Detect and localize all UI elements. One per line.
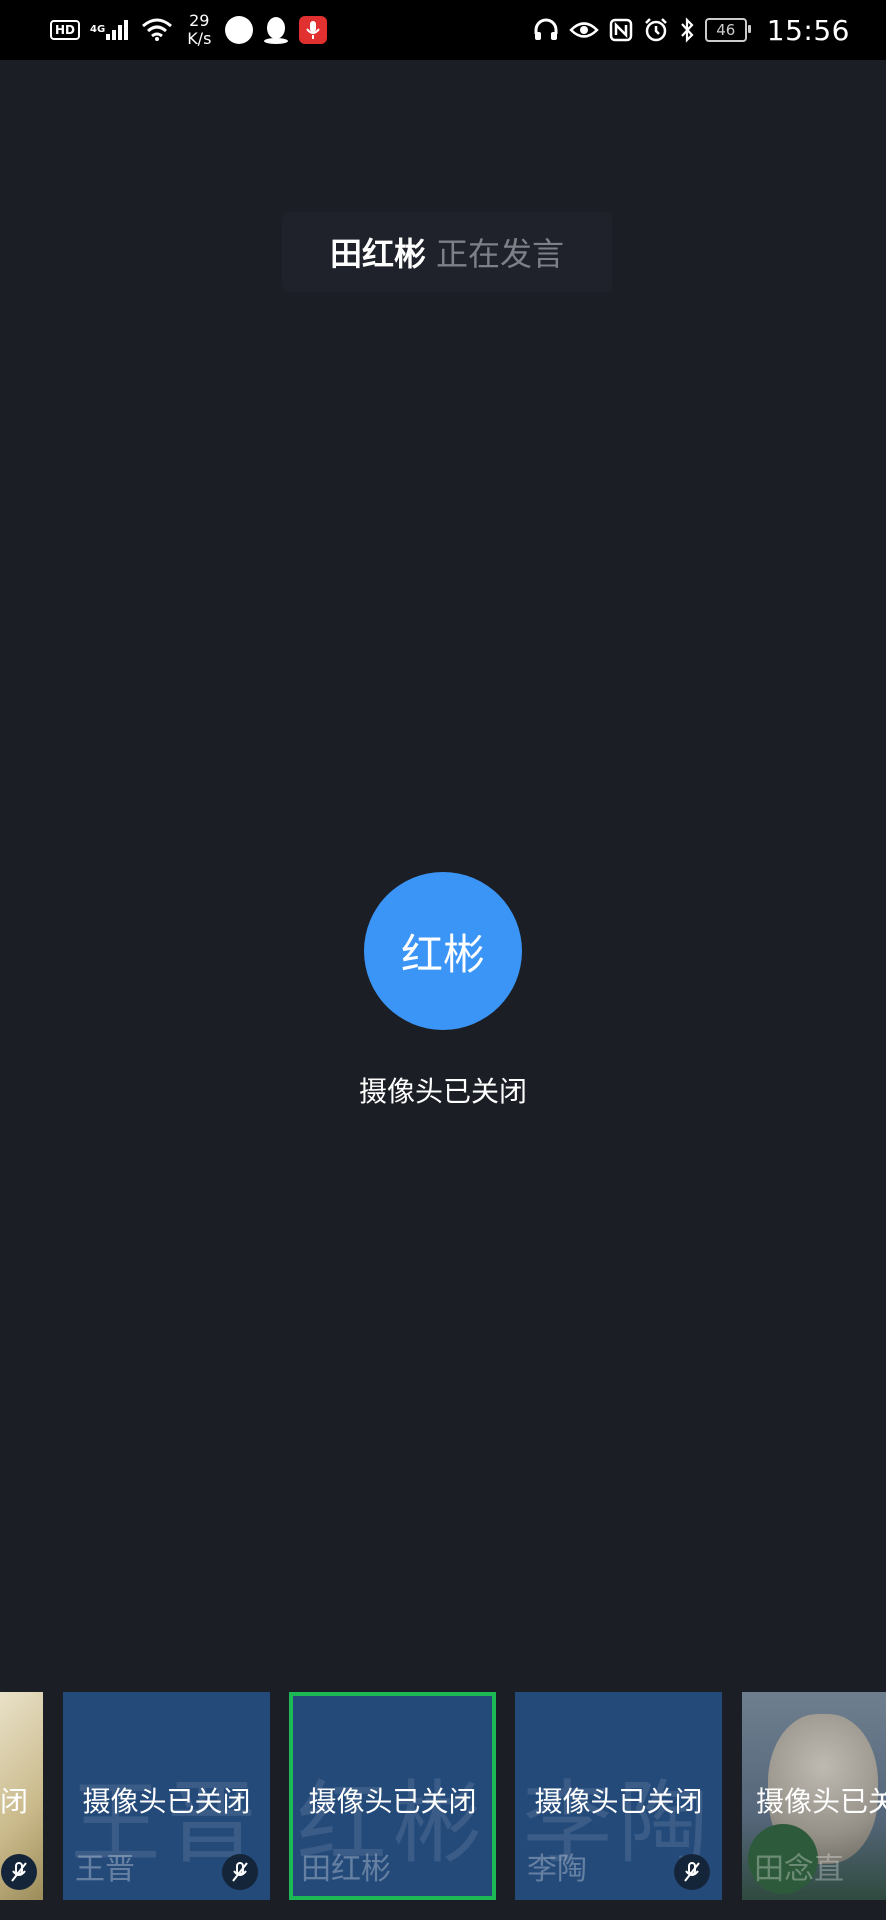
app-notification-icon (225, 16, 254, 44)
network-speed-value: 29 (189, 11, 210, 30)
mic-muted-icon (222, 1854, 258, 1890)
hd-icon: HD (50, 20, 81, 40)
nfc-icon (609, 18, 633, 42)
microphone-recording-icon (299, 16, 328, 44)
main-avatar-text: 红彬 (400, 929, 485, 979)
active-speaker-status: 正在发言 (436, 235, 565, 273)
status-bar-right: 46 15:56 (533, 14, 850, 47)
status-bar: HD 4G 29 K/s 46 15:56 (0, 0, 886, 60)
main-participant-avatar: 红彬 (364, 872, 522, 1030)
wifi-icon (141, 18, 173, 42)
network-speed-unit: K/s (187, 29, 212, 48)
bluetooth-icon (679, 17, 695, 43)
participant-thumbnail-strip[interactable]: 闭 王晋 摄像头已关闭 王晋 红彬 摄像头已关闭 田红彬 李陶 摄像头已关闭 李… (0, 1692, 886, 1900)
status-clock: 15:56 (766, 13, 850, 47)
participant-tile-selected[interactable]: 红彬 摄像头已关闭 田红彬 (289, 1692, 496, 1900)
tile-camera-off-label: 摄像头已关闭 (756, 1785, 886, 1818)
active-speaker-name: 田红彬 (329, 235, 426, 273)
network-type-label: 4G (90, 24, 106, 35)
tile-participant-name: 田红彬 (301, 1852, 391, 1887)
cellular-signal-icon: 4G (90, 19, 131, 41)
battery-icon: 46 (704, 18, 751, 42)
status-bar-left: HD 4G 29 K/s (50, 12, 328, 48)
headphones-icon (533, 18, 559, 42)
participant-tile[interactable]: 闭 (0, 1692, 43, 1900)
participant-tile[interactable]: 李陶 摄像头已关闭 李陶 (515, 1692, 722, 1900)
tile-camera-off-label: 摄像头已关闭 (534, 1785, 703, 1818)
tile-participant-name: 李陶 (527, 1852, 587, 1887)
tile-camera-off-label: 闭 (0, 1785, 29, 1818)
participant-tile[interactable]: 摄像头已关闭 田念直 (742, 1692, 886, 1900)
main-camera-off-label: 摄像头已关闭 (358, 1075, 527, 1108)
qq-penguin-icon (263, 16, 289, 44)
tile-participant-name: 王晋 (75, 1852, 135, 1887)
active-speaker-banner: 田红彬 正在发言 (282, 212, 612, 292)
mic-muted-icon (1, 1854, 37, 1890)
mic-muted-icon (674, 1854, 710, 1890)
eye-comfort-icon (569, 19, 599, 41)
participant-tile[interactable]: 王晋 摄像头已关闭 王晋 (63, 1692, 270, 1900)
tile-camera-off-label: 摄像头已关闭 (308, 1785, 477, 1818)
alarm-icon (643, 17, 669, 43)
tile-camera-off-label: 摄像头已关闭 (82, 1785, 251, 1818)
tile-participant-name: 田念直 (754, 1852, 844, 1887)
network-speed: 29 K/s (187, 12, 211, 48)
